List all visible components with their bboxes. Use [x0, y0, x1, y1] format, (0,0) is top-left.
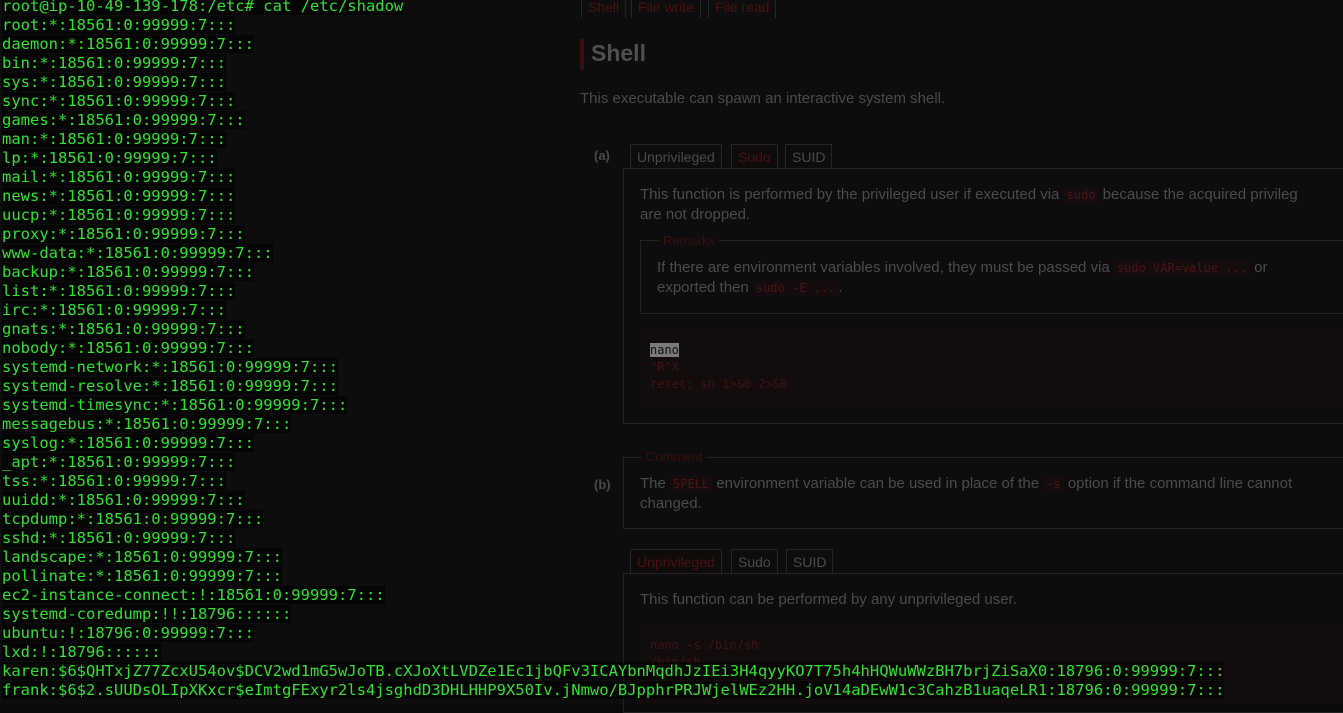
terminal-text: games:*:18561:0:99999:7::: — [2, 111, 245, 129]
terminal-output-line: news:*:18561:0:99999:7::: — [2, 187, 236, 206]
terminal-output-line: daemon:*:18561:0:99999:7::: — [2, 35, 254, 54]
terminal-window[interactable]: root@ip-10-49-139-178:/etc# cat /etc/sha… — [0, 0, 1343, 704]
terminal-text: systemd-network:*:18561:0:99999:7::: — [2, 358, 338, 376]
terminal-text: ec2-instance-connect:!:18561:0:99999:7::… — [2, 586, 385, 604]
terminal-text: systemd-timesync:*:18561:0:99999:7::: — [2, 396, 348, 414]
terminal-output-line: landscape:*:18561:0:99999:7::: — [2, 548, 282, 567]
terminal-text: man:*:18561:0:99999:7::: — [2, 130, 226, 148]
terminal-text: sys:*:18561:0:99999:7::: — [2, 73, 226, 91]
terminal-output-line: sshd:*:18561:0:99999:7::: — [2, 529, 236, 548]
terminal-output-line: uucp:*:18561:0:99999:7::: — [2, 206, 236, 225]
terminal-text: daemon:*:18561:0:99999:7::: — [2, 35, 254, 53]
terminal-output-line: pollinate:*:18561:0:99999:7::: — [2, 567, 282, 586]
terminal-text: sync:*:18561:0:99999:7::: — [2, 92, 236, 110]
terminal-text: mail:*:18561:0:99999:7::: — [2, 168, 236, 186]
terminal-output-line: www-data:*:18561:0:99999:7::: — [2, 244, 273, 263]
terminal-output-line: sync:*:18561:0:99999:7::: — [2, 92, 236, 111]
terminal-text: lxd:!:18796:::::: — [2, 643, 161, 661]
terminal-text: proxy:*:18561:0:99999:7::: — [2, 225, 245, 243]
terminal-text: backup:*:18561:0:99999:7::: — [2, 263, 254, 281]
terminal-text: news:*:18561:0:99999:7::: — [2, 187, 236, 205]
terminal-text: uuidd:*:18561:0:99999:7::: — [2, 491, 245, 509]
terminal-output-line: proxy:*:18561:0:99999:7::: — [2, 225, 245, 244]
terminal-text: ubuntu:!:18796:0:99999:7::: — [2, 624, 254, 642]
terminal-output-line: irc:*:18561:0:99999:7::: — [2, 301, 226, 320]
terminal-text: pollinate:*:18561:0:99999:7::: — [2, 567, 282, 585]
terminal-text: nobody:*:18561:0:99999:7::: — [2, 339, 254, 357]
terminal-text: root:*:18561:0:99999:7::: — [2, 16, 236, 34]
terminal-output-line: tss:*:18561:0:99999:7::: — [2, 472, 226, 491]
terminal-prompt-line: root@ip-10-49-139-178:/etc# cat /etc/sha… — [2, 0, 404, 16]
terminal-text: landscape:*:18561:0:99999:7::: — [2, 548, 282, 566]
terminal-text: syslog:*:18561:0:99999:7::: — [2, 434, 254, 452]
terminal-text: root@ip-10-49-139-178:/etc# cat /etc/sha… — [2, 0, 404, 15]
terminal-output-line: gnats:*:18561:0:99999:7::: — [2, 320, 245, 339]
terminal-text: karen:$6$QHTxjZ77ZcxU54ov$DCV2wd1mG5wJoT… — [2, 662, 1225, 680]
terminal-output-line: root:*:18561:0:99999:7::: — [2, 16, 236, 35]
terminal-output-line: messagebus:*:18561:0:99999:7::: — [2, 415, 292, 434]
terminal-output-line: lp:*:18561:0:99999:7::: — [2, 149, 217, 168]
terminal-text: lp:*:18561:0:99999:7::: — [2, 149, 217, 167]
terminal-output-line: lxd:!:18796:::::: — [2, 643, 161, 662]
terminal-text: bin:*:18561:0:99999:7::: — [2, 54, 226, 72]
terminal-text: www-data:*:18561:0:99999:7::: — [2, 244, 273, 262]
terminal-text: irc:*:18561:0:99999:7::: — [2, 301, 226, 319]
terminal-text: _apt:*:18561:0:99999:7::: — [2, 453, 236, 471]
terminal-text: systemd-coredump:!!:18796:::::: — [2, 605, 292, 623]
terminal-output-line: bin:*:18561:0:99999:7::: — [2, 54, 226, 73]
terminal-output-line: sys:*:18561:0:99999:7::: — [2, 73, 226, 92]
terminal-output-line: systemd-coredump:!!:18796:::::: — [2, 605, 292, 624]
terminal-output-line: uuidd:*:18561:0:99999:7::: — [2, 491, 245, 510]
terminal-text: tss:*:18561:0:99999:7::: — [2, 472, 226, 490]
terminal-output-line: tcpdump:*:18561:0:99999:7::: — [2, 510, 264, 529]
terminal-output-line: frank:$6$2.sUUDsOLIpXKxcr$eImtgFExyr2ls4… — [2, 681, 1225, 700]
terminal-output-line: nobody:*:18561:0:99999:7::: — [2, 339, 254, 358]
terminal-output-line: systemd-network:*:18561:0:99999:7::: — [2, 358, 338, 377]
terminal-output-line: systemd-timesync:*:18561:0:99999:7::: — [2, 396, 348, 415]
terminal-output-line: man:*:18561:0:99999:7::: — [2, 130, 226, 149]
terminal-output-line: ubuntu:!:18796:0:99999:7::: — [2, 624, 254, 643]
terminal-text: list:*:18561:0:99999:7::: — [2, 282, 236, 300]
terminal-text: gnats:*:18561:0:99999:7::: — [2, 320, 245, 338]
terminal-output-line: backup:*:18561:0:99999:7::: — [2, 263, 254, 282]
terminal-output-line: _apt:*:18561:0:99999:7::: — [2, 453, 236, 472]
terminal-text: uucp:*:18561:0:99999:7::: — [2, 206, 236, 224]
terminal-text: sshd:*:18561:0:99999:7::: — [2, 529, 236, 547]
terminal-output-line: list:*:18561:0:99999:7::: — [2, 282, 236, 301]
terminal-text: tcpdump:*:18561:0:99999:7::: — [2, 510, 264, 528]
terminal-output-line: ec2-instance-connect:!:18561:0:99999:7::… — [2, 586, 385, 605]
terminal-output-line: systemd-resolve:*:18561:0:99999:7::: — [2, 377, 338, 396]
terminal-output-line: syslog:*:18561:0:99999:7::: — [2, 434, 254, 453]
terminal-output-line: games:*:18561:0:99999:7::: — [2, 111, 245, 130]
terminal-output-line: mail:*:18561:0:99999:7::: — [2, 168, 236, 187]
terminal-text: messagebus:*:18561:0:99999:7::: — [2, 415, 292, 433]
terminal-output-line: karen:$6$QHTxjZ77ZcxU54ov$DCV2wd1mG5wJoT… — [2, 662, 1225, 681]
terminal-text: systemd-resolve:*:18561:0:99999:7::: — [2, 377, 338, 395]
terminal-text: frank:$6$2.sUUDsOLIpXKxcr$eImtgFExyr2ls4… — [2, 681, 1225, 699]
